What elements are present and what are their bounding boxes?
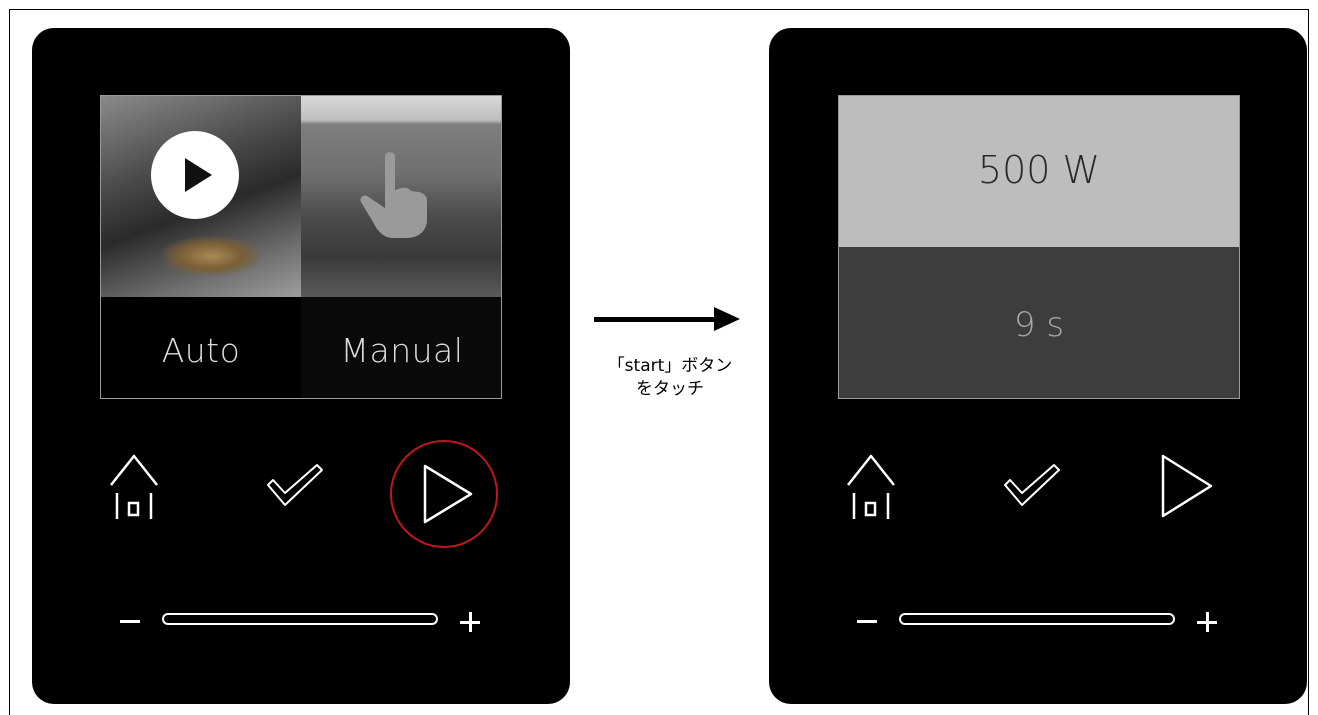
- play-badge-icon: [151, 131, 239, 219]
- plus-icon-vertical[interactable]: [468, 612, 472, 632]
- confirm-button[interactable]: [265, 463, 325, 508]
- caption-line-2: をタッチ: [636, 379, 704, 399]
- time-value: 9 s: [1013, 305, 1065, 345]
- transition-arrow-head: [714, 307, 740, 331]
- power-setting-band[interactable]: 500 W: [839, 96, 1239, 247]
- play-icon: [1161, 454, 1213, 518]
- checkmark-icon: [267, 464, 323, 506]
- cooking-settings-screen: 500 W 9 s: [838, 95, 1240, 399]
- level-slider[interactable]: [849, 608, 1229, 638]
- home-icon: [110, 454, 158, 519]
- slider-track[interactable]: [162, 613, 438, 625]
- caption-line-1: 「start」ボタン: [607, 356, 733, 376]
- mode-select-screen: Auto Manual: [100, 95, 502, 399]
- start-button[interactable]: [1159, 453, 1215, 519]
- manual-mode-label: Manual: [340, 331, 464, 370]
- power-value: 500 W: [977, 148, 1101, 192]
- play-icon: [423, 464, 473, 524]
- level-slider[interactable]: [112, 608, 492, 638]
- time-setting-band[interactable]: 9 s: [839, 247, 1239, 398]
- home-icon: [847, 454, 895, 519]
- minus-icon[interactable]: [120, 620, 140, 623]
- home-button[interactable]: [845, 453, 897, 523]
- home-button[interactable]: [108, 453, 160, 523]
- auto-mode-label: Auto: [161, 331, 241, 370]
- hand-pointer-icon: [360, 152, 427, 238]
- manual-mode-tile[interactable]: Manual: [301, 96, 501, 398]
- minus-icon[interactable]: [857, 620, 877, 623]
- transition-arrow: [594, 317, 716, 322]
- checkmark-icon: [1004, 464, 1060, 506]
- slider-track[interactable]: [899, 613, 1175, 625]
- device-panel-before: Auto Manual: [32, 28, 570, 704]
- confirm-button[interactable]: [1002, 463, 1062, 508]
- oven-photo: [101, 96, 301, 297]
- plus-icon-vertical[interactable]: [1205, 612, 1209, 632]
- start-button[interactable]: [421, 463, 475, 525]
- auto-mode-tile[interactable]: Auto: [101, 96, 301, 398]
- device-panel-after: 500 W 9 s: [769, 28, 1307, 704]
- transition-caption: 「start」ボタン をタッチ: [580, 355, 760, 401]
- kitchen-photo: [301, 96, 501, 297]
